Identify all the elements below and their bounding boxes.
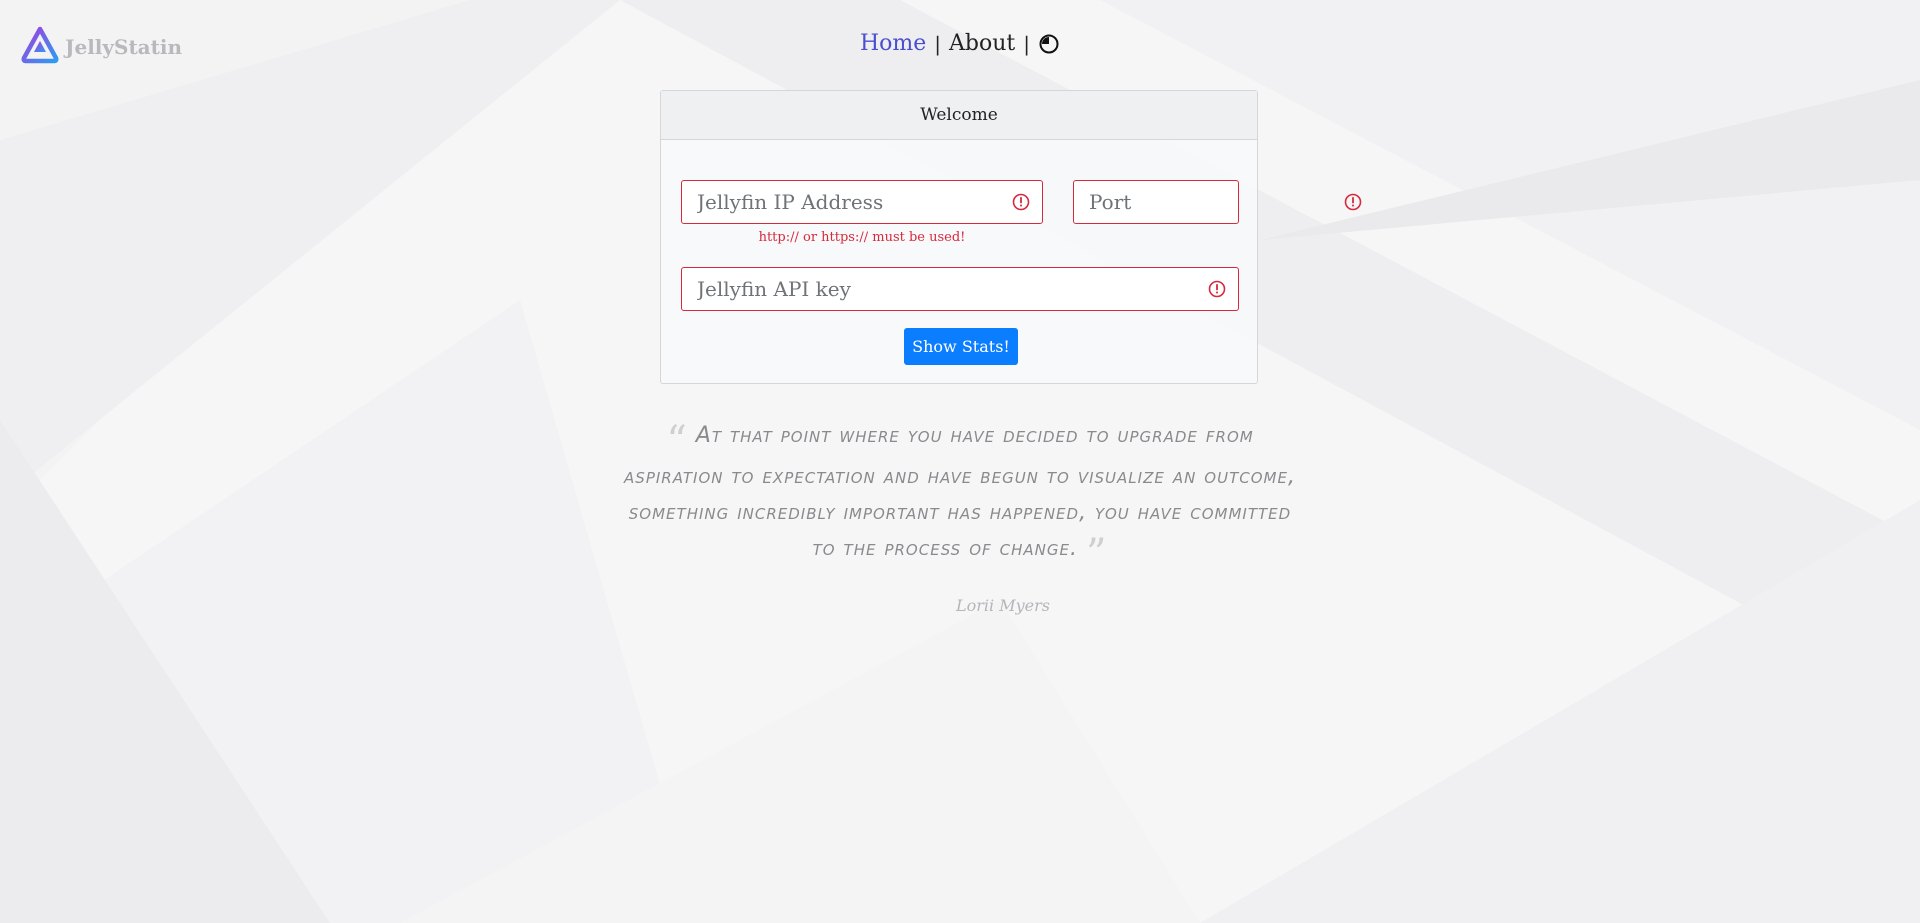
port-field[interactable] <box>1073 180 1362 224</box>
close-quote-mark: ” <box>1085 531 1108 577</box>
nav-separator: | <box>1023 31 1031 56</box>
card-title: Welcome <box>661 91 1257 140</box>
api-key-field[interactable] <box>681 267 1239 311</box>
quote-author: Lorii Myers <box>956 596 1050 615</box>
error-icon <box>1344 193 1362 211</box>
ip-address-input[interactable] <box>682 180 1012 224</box>
show-stats-button[interactable]: Show Stats! <box>904 328 1018 365</box>
ip-error-message: http:// or https:// must be used! <box>758 230 966 245</box>
error-icon <box>1208 280 1226 298</box>
quote-text-container: “ At that point where you have decided t… <box>620 418 1300 574</box>
nav-link-home[interactable]: Home <box>860 31 926 56</box>
port-input[interactable] <box>1074 180 1344 224</box>
top-nav: Home | About | <box>0 31 1920 56</box>
quote-block: “ At that point where you have decided t… <box>620 418 1300 574</box>
nav-separator: | <box>934 31 942 56</box>
nav-link-about[interactable]: About <box>949 31 1015 56</box>
api-key-input[interactable] <box>682 267 1208 311</box>
error-icon <box>1012 193 1030 211</box>
welcome-card: Welcome http:// or https:// must be used… <box>660 90 1362 384</box>
ip-address-field[interactable] <box>681 180 1043 224</box>
quote-text: At that point where you have decided to … <box>624 423 1296 561</box>
theme-toggle-icon[interactable] <box>1038 33 1060 55</box>
open-quote-mark: “ <box>666 418 688 464</box>
